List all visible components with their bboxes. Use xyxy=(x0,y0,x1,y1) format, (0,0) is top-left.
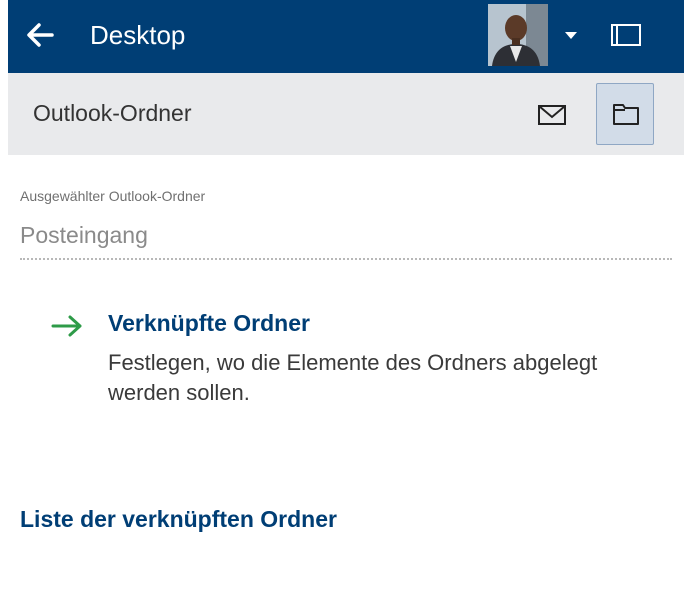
action-title: Verknüpfte Ordner xyxy=(108,310,310,336)
arrow-right-icon xyxy=(50,314,84,338)
folder-toolbar: Outlook-Ordner xyxy=(8,73,684,155)
header-title: Desktop xyxy=(90,20,186,50)
folder-icon xyxy=(613,104,639,125)
user-avatar[interactable] xyxy=(488,4,548,66)
linked-folders-action[interactable]: Verknüpfte Ordner Festlegen, wo die Elem… xyxy=(50,308,670,418)
action-description: Festlegen, wo die Elemente des Ordners a… xyxy=(108,350,598,405)
mail-icon[interactable] xyxy=(534,101,570,129)
app-header: Desktop xyxy=(8,0,684,73)
selected-folder-field[interactable]: Posteingang xyxy=(20,216,672,260)
caret-down-icon[interactable] xyxy=(556,20,586,50)
selected-folder-label: Ausgewählter Outlook-Ordner xyxy=(20,188,206,204)
folder-button[interactable] xyxy=(596,83,654,145)
window-edge xyxy=(0,0,8,611)
toolbar-title: Outlook-Ordner xyxy=(33,100,192,126)
section-heading: Liste der verknüpften Ordner xyxy=(20,506,337,532)
panel-icon[interactable] xyxy=(606,20,646,50)
arrow-left-icon[interactable] xyxy=(26,22,54,48)
